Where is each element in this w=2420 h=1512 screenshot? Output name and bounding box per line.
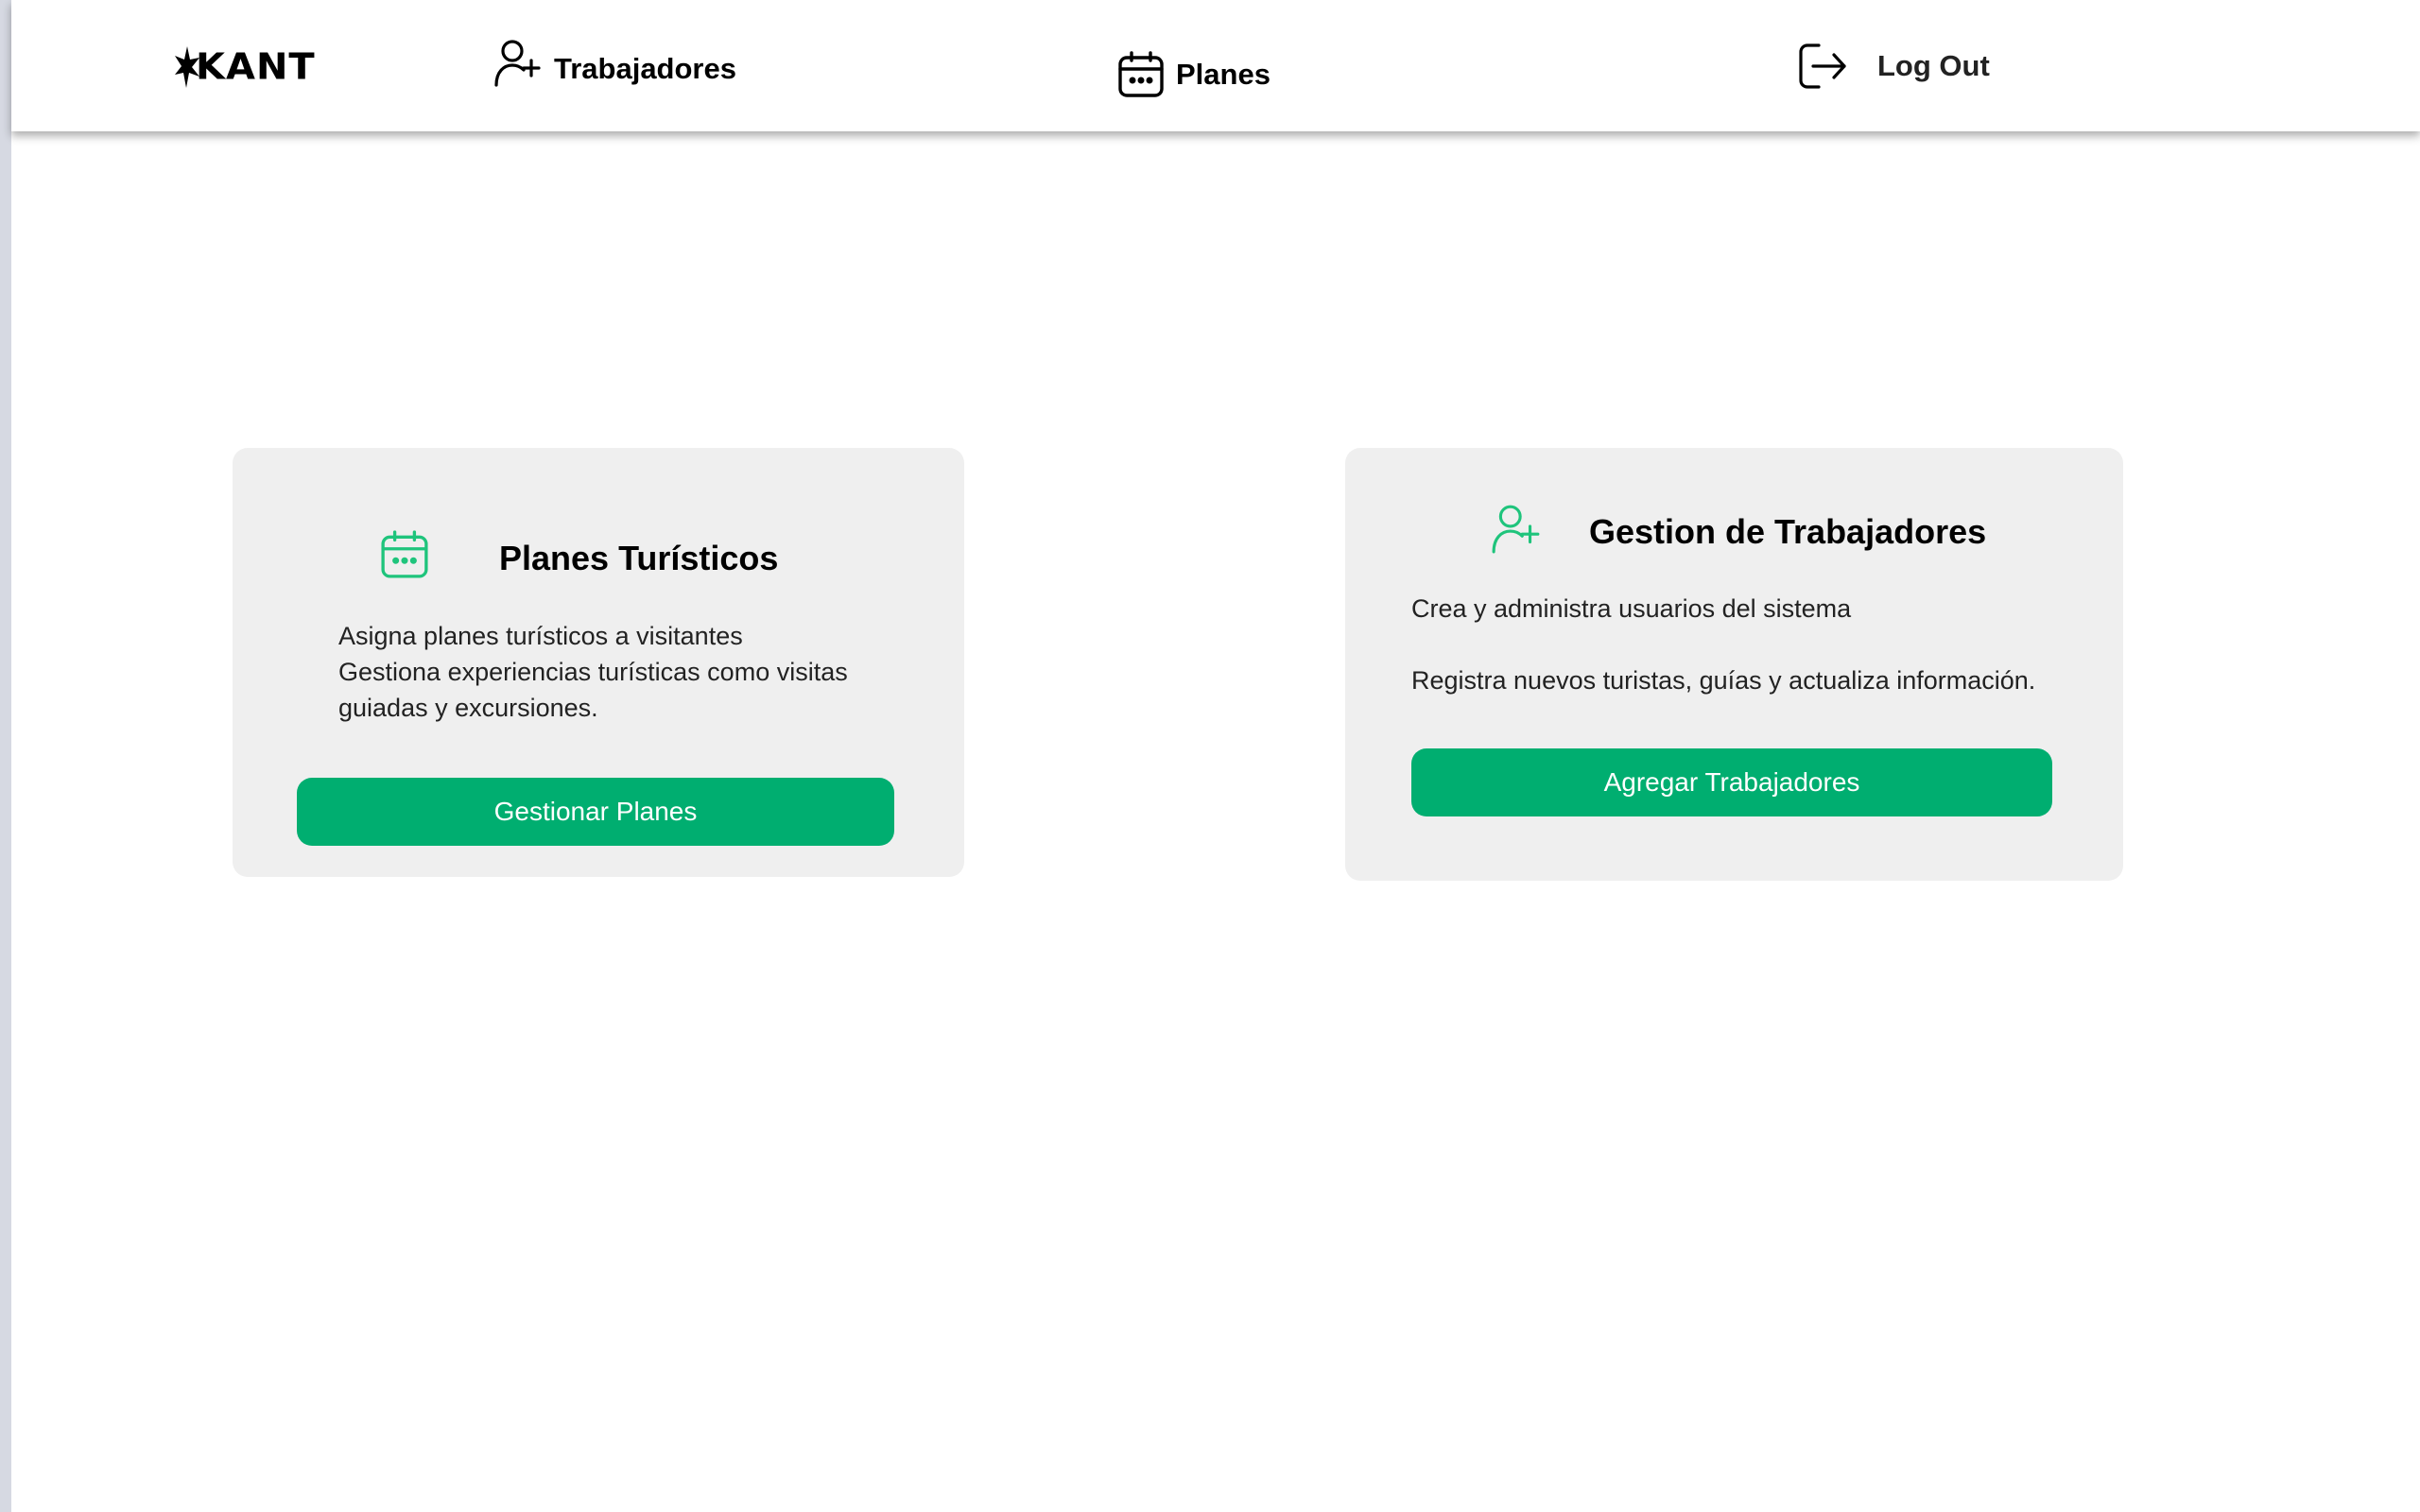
gestion-trabajadores-card: Gestion de Trabajadores Crea y administr… [1345,448,2123,881]
description-line: Registra nuevos turistas, guías y actual… [1411,666,2036,695]
nav-trabajadores[interactable]: Trabajadores [493,38,736,87]
description-line: Asigna planes turísticos a visitantes [338,622,743,650]
nav-planes-label: Planes [1176,58,1270,91]
user-plus-icon [494,40,541,87]
logout-icon [1799,43,1846,89]
card-title: Planes Turísticos [499,539,779,577]
nav-trabajadores-label: Trabajadores [554,52,736,85]
nav-planes[interactable]: Planes [1117,51,1270,98]
logo-text: KANT [196,46,316,88]
card-description: Asigna planes turísticos a visitantes Ge… [338,618,925,726]
description-line: guiadas y excursiones. [338,694,598,722]
calendar-icon [1118,51,1164,97]
kant-logo[interactable]: KANT [175,44,316,90]
card-title: Gestion de Trabajadores [1589,512,1987,551]
card-description: Crea y administra usuarios del sistema R… [1411,591,2111,698]
logout-button[interactable]: Log Out [1798,42,1990,91]
planes-turisticos-card: Planes Turísticos Asigna planes turístic… [233,448,964,877]
gestionar-planes-button[interactable]: Gestionar Planes [297,778,894,846]
agregar-trabajadores-button[interactable]: Agregar Trabajadores [1411,748,2052,816]
calendar-icon [381,530,428,578]
left-edge-strip [0,0,11,1512]
user-plus-icon [1492,505,1540,554]
description-line: Crea y administra usuarios del sistema [1411,594,1852,623]
logout-label: Log Out [1877,49,1990,82]
description-line: Gestiona experiencias turísticas como vi… [338,658,848,686]
top-navbar: KANT Trabajadores Planes Log Out [11,0,2420,131]
